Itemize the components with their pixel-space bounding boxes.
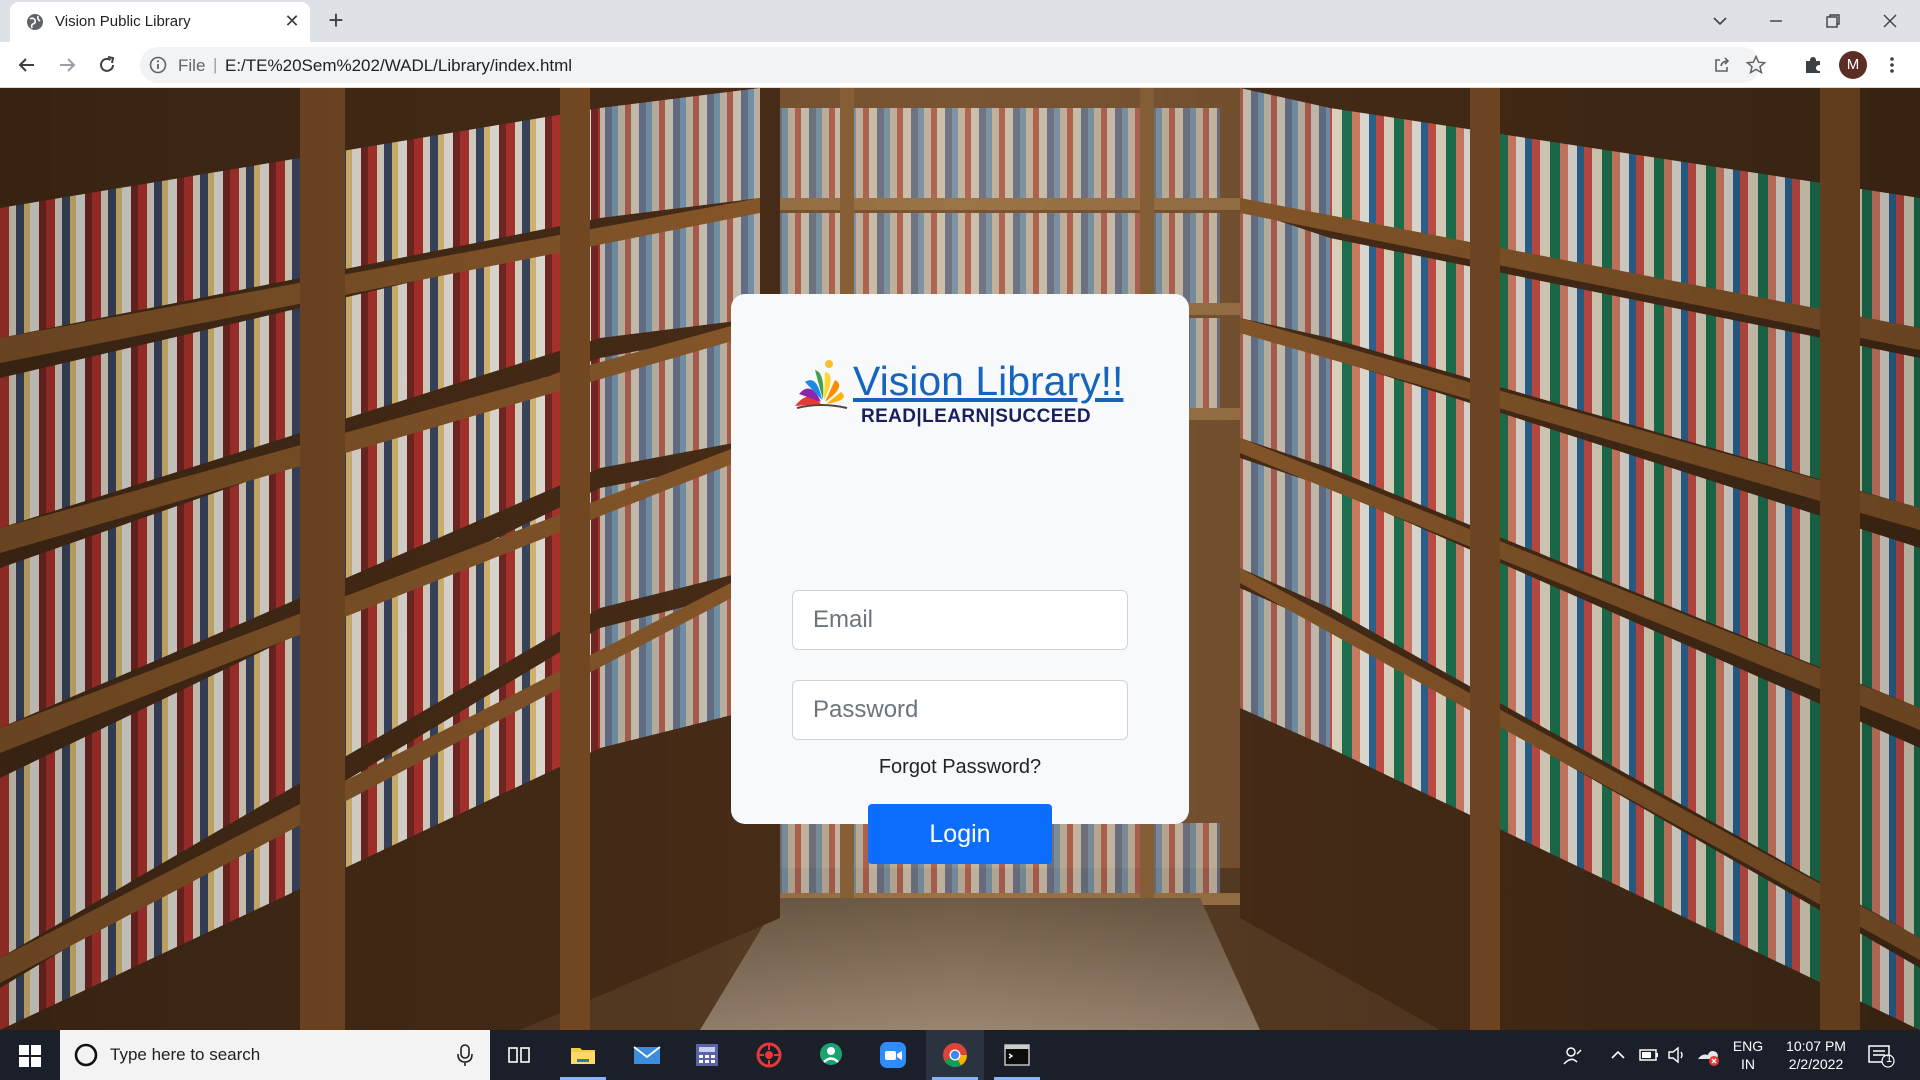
share-icon[interactable] xyxy=(1712,55,1732,75)
tab-strip: Vision Public Library ✕ + xyxy=(0,0,1920,42)
arrow-left-icon xyxy=(18,58,34,72)
red-compass-app-icon xyxy=(756,1042,782,1068)
password-field[interactable] xyxy=(792,680,1128,740)
address-bar[interactable]: File | E:/TE%20Sem%202/WADL/Library/inde… xyxy=(140,47,1767,83)
clock-date: 2/2/2022 xyxy=(1788,1056,1844,1072)
microphone-icon[interactable] xyxy=(454,1043,476,1067)
profile-avatar[interactable]: M xyxy=(1839,51,1867,79)
language-indicator[interactable]: ENG IN xyxy=(1730,1037,1766,1073)
language-secondary: IN xyxy=(1741,1056,1755,1072)
reload-button[interactable] xyxy=(93,51,121,79)
arrow-right-icon xyxy=(60,58,76,72)
new-tab-button[interactable]: + xyxy=(322,7,350,35)
info-icon[interactable] xyxy=(149,56,167,74)
start-button[interactable] xyxy=(0,1030,58,1080)
login-card: Vision Library!! READ|LEARN|SUCCEED Forg… xyxy=(731,294,1189,864)
mail-icon xyxy=(633,1046,661,1064)
tab-vision-public-library[interactable]: Vision Public Library ✕ xyxy=(10,2,310,42)
brand-title-link[interactable]: Vision Library!! xyxy=(853,358,1123,405)
url-scheme: File xyxy=(178,56,206,75)
green-app-button[interactable] xyxy=(802,1030,860,1080)
language-primary: ENG xyxy=(1732,1038,1764,1054)
windows-taskbar: Type here to search ENG IN 10:07 PM 2/2/… xyxy=(0,1030,1920,1080)
forward-button[interactable] xyxy=(53,51,81,79)
restore-button[interactable] xyxy=(1815,5,1851,37)
browser-toolbar: File | E:/TE%20Sem%202/WADL/Library/inde… xyxy=(0,42,1920,88)
chrome-icon xyxy=(943,1043,967,1068)
close-icon xyxy=(1883,14,1897,28)
green-location-app-icon xyxy=(820,1043,842,1065)
calculator-button[interactable] xyxy=(678,1030,736,1080)
red-app-button[interactable] xyxy=(740,1030,798,1080)
mail-button[interactable] xyxy=(617,1030,675,1080)
task-view-button[interactable] xyxy=(490,1030,548,1080)
notification-count: 1 xyxy=(1885,1053,1893,1065)
close-tab-icon[interactable]: ✕ xyxy=(280,9,304,33)
login-button[interactable]: Login xyxy=(868,804,1052,864)
restore-icon xyxy=(1826,14,1840,28)
folder-icon xyxy=(571,1048,595,1064)
zoom-button[interactable] xyxy=(864,1030,922,1080)
taskbar-search-placeholder: Type here to search xyxy=(110,1045,261,1064)
battery-icon[interactable] xyxy=(1638,1045,1660,1065)
taskbar-search-box[interactable]: Type here to search xyxy=(60,1030,490,1080)
forgot-password-link[interactable]: Forgot Password? xyxy=(731,756,1189,779)
file-explorer-button[interactable] xyxy=(554,1030,612,1080)
system-clock[interactable]: 10:07 PM 2/2/2022 xyxy=(1770,1037,1862,1073)
close-window-button[interactable] xyxy=(1872,5,1908,37)
minimize-button[interactable] xyxy=(1758,5,1794,37)
globe-icon xyxy=(27,14,43,30)
minimize-icon xyxy=(1770,20,1782,22)
calculator-icon xyxy=(696,1044,718,1066)
email-field[interactable] xyxy=(792,590,1128,650)
kebab-menu-icon xyxy=(1890,57,1894,73)
network-disconnected-icon[interactable] xyxy=(1696,1045,1720,1067)
extensions-button[interactable] xyxy=(1799,51,1827,79)
clock-time: 10:07 PM xyxy=(1786,1038,1846,1054)
brand-tagline: READ|LEARN|SUCCEED xyxy=(731,406,1189,428)
cortana-circle-icon xyxy=(74,1043,98,1067)
reload-icon xyxy=(100,56,115,72)
browser-menu-button[interactable] xyxy=(1878,51,1906,79)
url-text[interactable]: E:/TE%20Sem%202/WADL/Library/index.html xyxy=(225,56,572,76)
terminal-button[interactable] xyxy=(988,1030,1046,1080)
puzzle-piece-icon xyxy=(1806,57,1820,73)
bookmark-star-icon[interactable] xyxy=(1745,54,1767,76)
chevron-down-icon xyxy=(1713,17,1727,26)
back-button[interactable] xyxy=(13,51,41,79)
zoom-video-icon xyxy=(880,1042,906,1068)
tab-title: Vision Public Library xyxy=(55,13,191,30)
windows-logo-icon xyxy=(19,1045,41,1067)
page-viewport: Vision Library!! READ|LEARN|SUCCEED Forg… xyxy=(0,88,1920,1030)
task-view-icon xyxy=(508,1047,530,1063)
people-icon[interactable] xyxy=(1562,1045,1584,1067)
notification-center-button[interactable]: 1 xyxy=(1866,1043,1896,1074)
tab-search-button[interactable] xyxy=(1702,5,1738,37)
url-separator: | xyxy=(213,55,218,74)
volume-icon[interactable] xyxy=(1666,1045,1688,1065)
tagline-text: READ|LEARN|SUCCEED xyxy=(860,406,1091,427)
chevron-up-icon[interactable] xyxy=(1608,1045,1628,1065)
terminal-icon xyxy=(1004,1044,1030,1066)
chrome-button[interactable] xyxy=(926,1030,984,1080)
